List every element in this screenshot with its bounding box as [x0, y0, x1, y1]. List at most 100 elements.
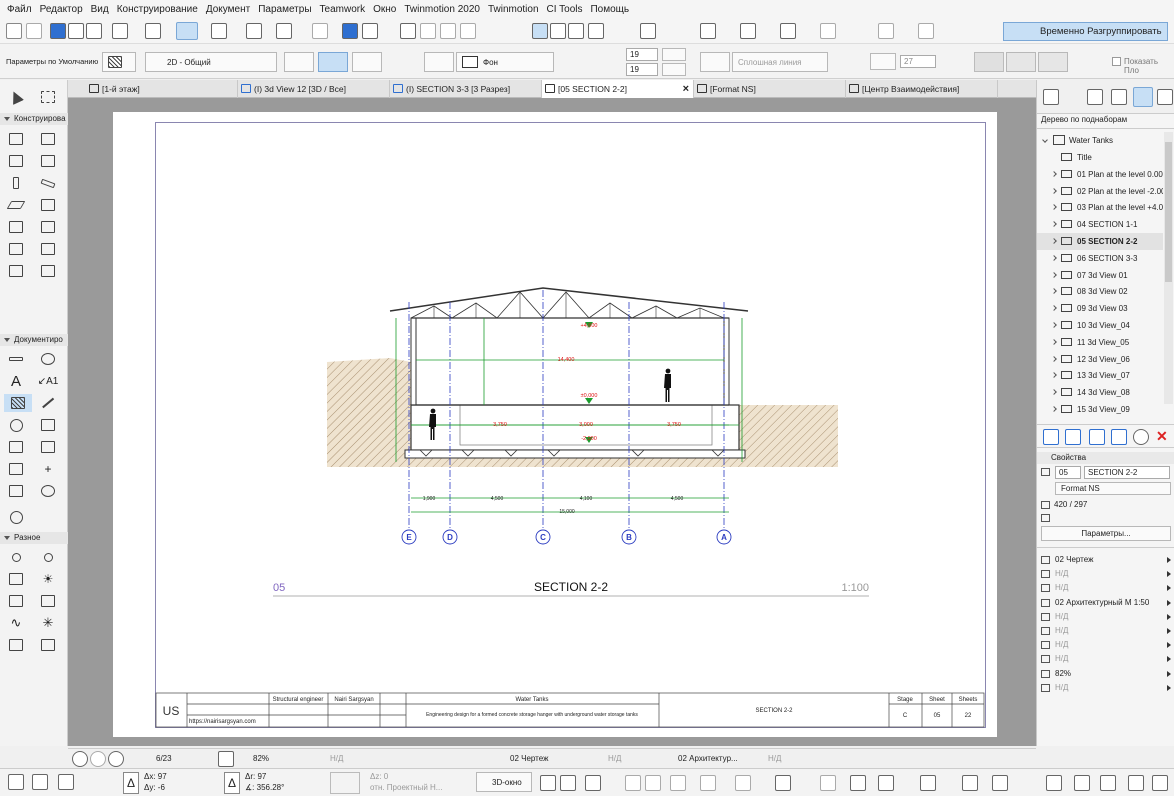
tree-item[interactable]: 12 3d View_06	[1037, 351, 1163, 368]
tree-scroll-thumb[interactable]	[1165, 142, 1172, 282]
properties-header[interactable]: Свойства	[1037, 452, 1174, 464]
more-icon[interactable]	[1152, 775, 1168, 791]
snap-guide-icon[interactable]	[58, 774, 74, 790]
expand-chevron-icon[interactable]	[1051, 238, 1057, 244]
camera-snapshot-icon[interactable]	[962, 775, 978, 791]
tree-item[interactable]: 14 3d View_08	[1037, 384, 1163, 401]
fill-bucket-icon[interactable]	[850, 775, 866, 791]
zoom-icon[interactable]	[108, 751, 124, 767]
solid-icon[interactable]	[735, 775, 751, 791]
tree-item[interactable]: 11 3d View_05	[1037, 334, 1163, 351]
split-view-icon[interactable]	[540, 775, 556, 791]
section-drawing[interactable]: +4,600 14,400 ±0,000 -2,000 3,750 3,000 …	[0, 0, 1174, 796]
zoom-level[interactable]: 82%	[253, 754, 269, 763]
orbit-icon[interactable]	[645, 775, 661, 791]
publisher-icon[interactable]	[1157, 89, 1173, 105]
tree-item[interactable]: 08 3d View 02	[1037, 283, 1163, 300]
tree-hscroll[interactable]	[1037, 408, 1174, 418]
expand-chevron-icon[interactable]	[1051, 305, 1057, 312]
pen-set[interactable]: 02 Архитектур...	[678, 754, 738, 763]
polar-icon[interactable]: Δ	[224, 772, 240, 794]
clock-icon[interactable]	[992, 775, 1008, 791]
property-arrow-icon[interactable]	[1167, 670, 1171, 677]
navigator-popup-icon[interactable]	[1043, 89, 1059, 105]
expand-chevron-icon[interactable]	[1051, 271, 1057, 278]
undo-history-icon[interactable]	[1074, 775, 1090, 791]
expand-chevron-icon[interactable]	[1051, 338, 1057, 345]
perspective-icon[interactable]	[585, 775, 601, 791]
property-arrow-icon[interactable]	[1167, 656, 1171, 663]
model-view-na[interactable]: Н/Д	[768, 754, 781, 763]
property-row[interactable]: 02 Архитектурный М 1:50	[1037, 596, 1174, 610]
parameters-button[interactable]: Параметры...	[1041, 526, 1171, 541]
tree-scrollbar[interactable]	[1164, 132, 1173, 404]
expand-chevron-icon[interactable]	[1051, 288, 1057, 295]
master-layout-dropdown[interactable]: Format NS	[1055, 482, 1171, 495]
page-indicator[interactable]: 6/23	[156, 754, 172, 763]
property-row[interactable]: Н/Д	[1037, 638, 1174, 652]
layer-combination[interactable]: 02 Чертеж	[510, 754, 548, 763]
elevation-icon[interactable]	[330, 772, 360, 794]
expand-chevron-icon[interactable]	[1051, 204, 1057, 211]
property-row[interactable]: 02 Чертеж	[1037, 553, 1174, 567]
layout-name-field[interactable]: SECTION 2-2	[1084, 466, 1170, 479]
tree-item[interactable]: 03 Plan at the level +4.00	[1037, 199, 1163, 216]
property-arrow-icon[interactable]	[1167, 613, 1171, 620]
rotation-na[interactable]: Н/Д	[330, 754, 343, 763]
tree-item[interactable]: 06 SECTION 3-3	[1037, 250, 1163, 267]
tree-item[interactable]: 10 3d View_04	[1037, 317, 1163, 334]
tree-root[interactable]: Water Tanks	[1037, 132, 1163, 149]
place-drawing-icon[interactable]	[1111, 429, 1127, 445]
expand-chevron-icon[interactable]	[1051, 221, 1057, 228]
tree-item[interactable]: Title	[1037, 149, 1163, 166]
new-layout-icon[interactable]	[1043, 429, 1059, 445]
undo-zoom-icon[interactable]	[72, 751, 88, 767]
tree-item[interactable]: 13 3d View_07	[1037, 367, 1163, 384]
property-row[interactable]: Н/Д	[1037, 567, 1174, 581]
tree-item[interactable]: 01 Plan at the level 0.000	[1037, 166, 1163, 183]
layout-id-field[interactable]: 05	[1055, 466, 1081, 479]
tree-item[interactable]: 07 3d View 01	[1037, 267, 1163, 284]
property-arrow-icon[interactable]	[1167, 557, 1171, 563]
redo-zoom-icon[interactable]	[90, 751, 106, 767]
expand-chevron-icon[interactable]	[1051, 170, 1057, 177]
pen-icon[interactable]	[920, 775, 936, 791]
expand-chevron-icon[interactable]	[1051, 322, 1057, 328]
property-arrow-icon[interactable]	[1167, 684, 1171, 691]
navigator-preview-icon[interactable]	[1046, 775, 1062, 791]
surface-paint-icon[interactable]	[878, 775, 894, 791]
layers-toggle-icon[interactable]	[775, 775, 791, 791]
layout-book-icon[interactable]	[1133, 87, 1153, 107]
walk-icon[interactable]	[625, 775, 641, 791]
expand-chevron-icon[interactable]	[1051, 187, 1057, 194]
project-map-icon[interactable]	[1087, 89, 1103, 105]
navigator-toggle-icon[interactable]	[8, 774, 24, 790]
expand-chevron-icon[interactable]	[1051, 254, 1057, 261]
delta-icon[interactable]: Δ	[123, 772, 139, 794]
property-row[interactable]: Н/Д	[1037, 624, 1174, 638]
property-arrow-icon[interactable]	[1167, 642, 1171, 649]
property-row[interactable]: Н/Д	[1037, 581, 1174, 595]
tree-item[interactable]: 02 Plan at the level -2.00	[1037, 183, 1163, 200]
tree-item[interactable]: 05 SECTION 2-2	[1037, 233, 1163, 250]
property-row[interactable]: Н/Д	[1037, 681, 1174, 695]
fit-window-icon[interactable]	[218, 751, 234, 767]
measure-icon[interactable]	[1100, 775, 1116, 791]
display-icon[interactable]	[1128, 775, 1144, 791]
property-row[interactable]: Н/Д	[1037, 652, 1174, 666]
property-row[interactable]: Н/Д	[1037, 610, 1174, 624]
grid-snap-icon[interactable]	[32, 774, 48, 790]
view-map-icon[interactable]	[1111, 89, 1127, 105]
property-row[interactable]: 82%	[1037, 667, 1174, 681]
new-master-icon[interactable]	[1089, 429, 1105, 445]
expand-chevron-icon[interactable]	[1051, 372, 1057, 379]
property-arrow-icon[interactable]	[1167, 585, 1171, 592]
cutting-icon[interactable]	[700, 775, 716, 791]
new-subset-icon[interactable]	[1065, 429, 1081, 445]
expand-chevron-icon[interactable]	[1051, 389, 1057, 396]
tree-item[interactable]: 09 3d View 03	[1037, 300, 1163, 317]
property-arrow-icon[interactable]	[1167, 571, 1171, 578]
refresh-icon[interactable]	[1133, 429, 1149, 445]
property-arrow-icon[interactable]	[1167, 628, 1171, 634]
box-view-icon[interactable]	[560, 775, 576, 791]
